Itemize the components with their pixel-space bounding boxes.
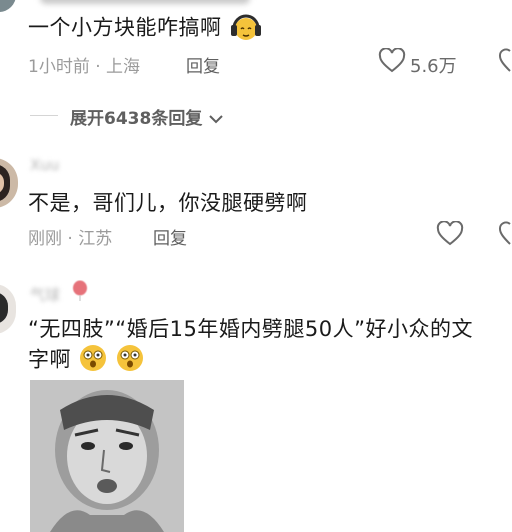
comment-2-location: 江苏 <box>78 229 113 249</box>
comment-1-reply-button[interactable]: 回复 <box>186 52 220 77</box>
headphones-emoji <box>229 10 263 47</box>
avatar-commenter-3[interactable] <box>0 284 16 334</box>
dislike-icon-partial[interactable] <box>496 221 512 247</box>
avatar-commenter-2[interactable] <box>0 158 18 208</box>
comment-3-text-line1: “无四肢”“婚后15年婚内劈腿50人”好小众的文 <box>28 317 473 341</box>
comment-1-time: 1小时前 <box>28 57 90 77</box>
expand-replies-button[interactable]: 展开6438条回复 <box>70 104 224 129</box>
comment-1-like-count: 5.6万 <box>410 56 457 77</box>
comment-3-username[interactable]: 气球 <box>30 284 60 305</box>
previous-comment-fragment <box>0 0 512 10</box>
comment-3-text-line2: 字啊 <box>28 343 145 378</box>
balloon-badge-icon <box>70 280 90 306</box>
chevron-down-icon <box>208 113 224 125</box>
expand-divider <box>30 115 58 116</box>
shocked-emoji <box>115 343 145 378</box>
shocked-emoji <box>78 343 108 378</box>
comment-3-text-line2-body: 字啊 <box>28 347 71 372</box>
dislike-icon-partial[interactable] <box>496 48 512 74</box>
comment-2-text: 不是，哥们儿，你没腿硬劈啊 <box>28 191 308 215</box>
heart-icon[interactable] <box>378 48 406 74</box>
comment-2-username[interactable]: Xuu <box>30 156 59 174</box>
comment-2-meta: 刚刚 · 江苏 <box>28 229 113 249</box>
comment-2-reply-button[interactable]: 回复 <box>153 224 187 249</box>
meme-sticker[interactable] <box>30 380 184 532</box>
comment-1-body: 一个小方块能咋搞啊 <box>28 15 222 40</box>
heart-icon[interactable] <box>436 221 464 247</box>
comment-1-meta: 1小时前 · 上海 <box>28 57 141 77</box>
comment-2-time: 刚刚 <box>28 229 62 249</box>
comment-1-location: 上海 <box>106 57 141 77</box>
comment-1-text: 一个小方块能咋搞啊 <box>28 10 263 47</box>
expand-replies-label: 展开6438条回复 <box>70 109 203 129</box>
